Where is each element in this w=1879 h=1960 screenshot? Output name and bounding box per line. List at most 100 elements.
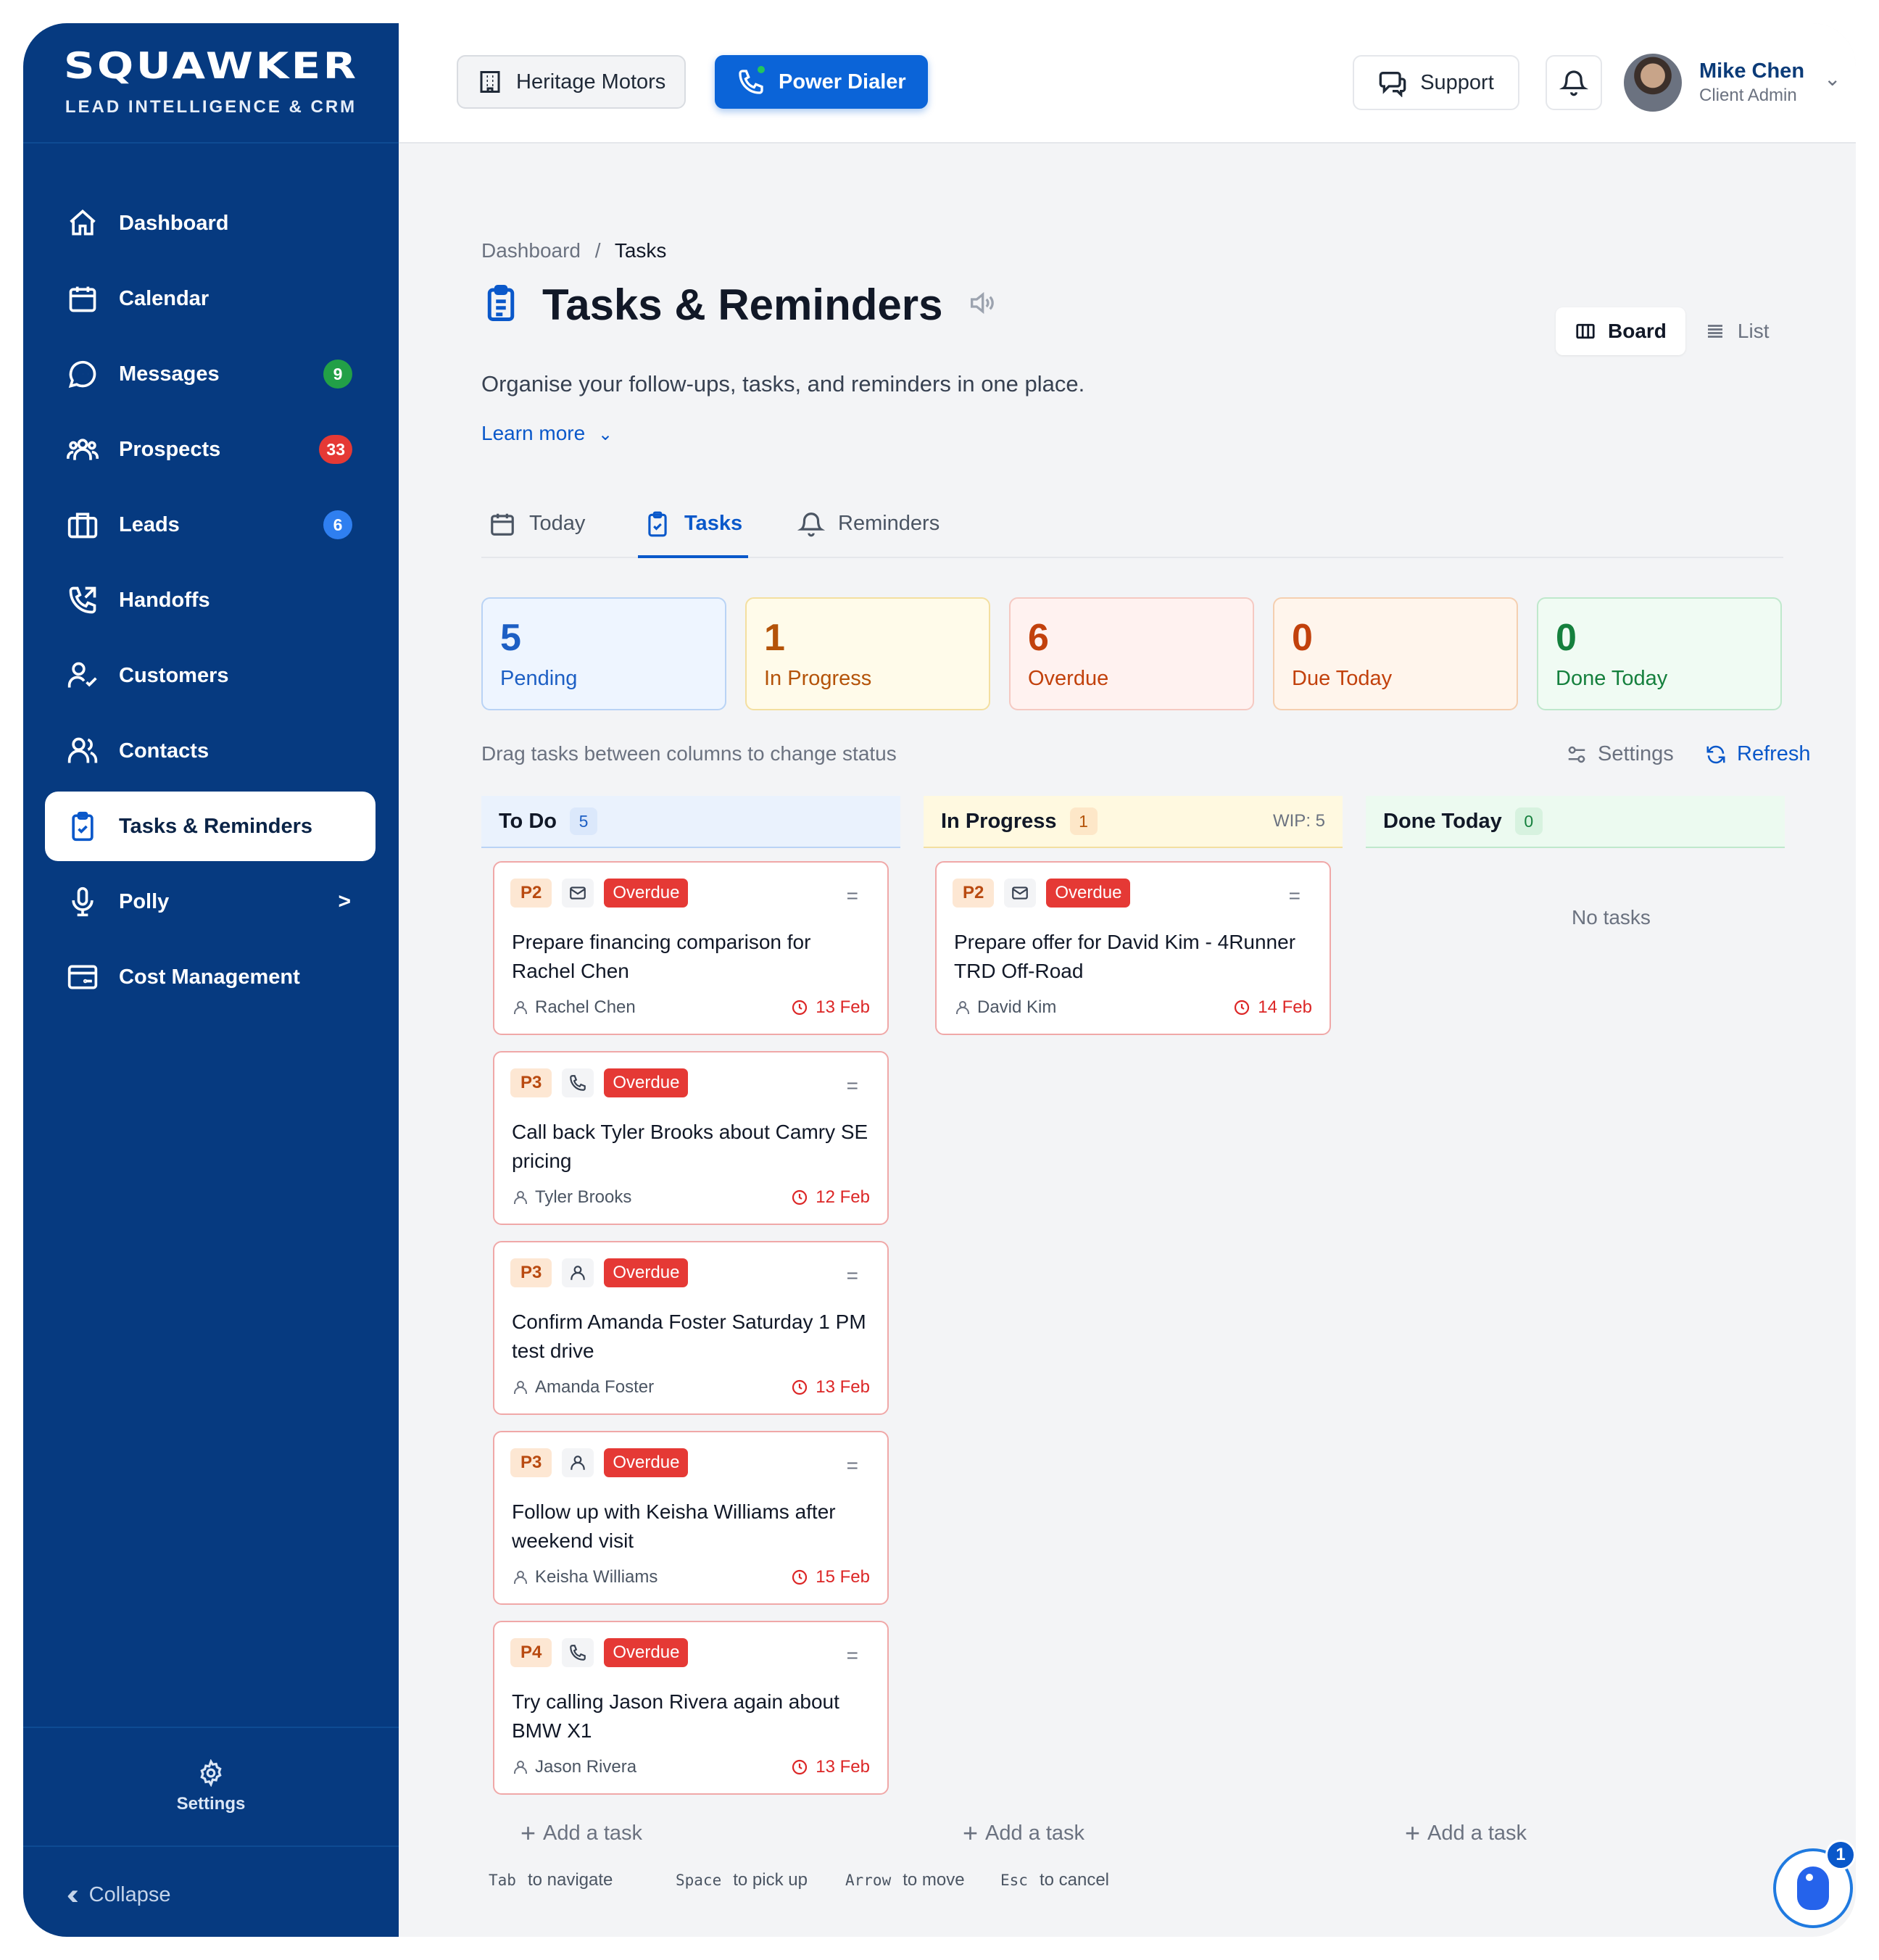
add-task-button-done-today[interactable]: + Add a task bbox=[1405, 1818, 1527, 1848]
sidebar-item-leads[interactable]: Leads 6 bbox=[45, 490, 376, 560]
tab-tasks[interactable]: Tasks bbox=[638, 511, 749, 558]
top-header: Heritage Motors Power Dialer Support Mik… bbox=[399, 23, 1856, 144]
task-card[interactable]: P3 Overdue = Call back Tyler Brooks abou… bbox=[493, 1051, 889, 1225]
clock-icon bbox=[792, 1759, 808, 1775]
task-title: Confirm Amanda Foster Saturday 1 PM test… bbox=[512, 1311, 866, 1362]
drag-handle-icon[interactable]: = bbox=[847, 1454, 858, 1477]
sidebar-item-customers[interactable]: Customers bbox=[45, 641, 376, 710]
view-board-button[interactable]: Board bbox=[1556, 307, 1685, 355]
task-card[interactable]: P4 Overdue = Try calling Jason Rivera ag… bbox=[493, 1621, 889, 1795]
card-tags: P4 Overdue bbox=[510, 1638, 689, 1667]
sidebar-item-polly[interactable]: Polly > bbox=[45, 867, 376, 937]
stat-card-in-progress[interactable]: 1 In Progress bbox=[745, 597, 990, 710]
wallet-icon bbox=[67, 961, 99, 993]
bell-icon bbox=[1559, 70, 1588, 96]
task-contact-name: Tyler Brooks bbox=[535, 1187, 632, 1207]
add-task-button-todo[interactable]: + Add a task bbox=[520, 1818, 642, 1848]
power-dialer-button[interactable]: Power Dialer bbox=[715, 55, 928, 109]
priority-badge: P3 bbox=[510, 1448, 552, 1477]
breadcrumb-dashboard[interactable]: Dashboard bbox=[481, 239, 581, 262]
board-settings-button[interactable]: Settings bbox=[1566, 742, 1674, 766]
sidebar-item-prospects[interactable]: Prospects 33 bbox=[45, 415, 376, 484]
drag-handle-icon[interactable]: = bbox=[1289, 884, 1301, 908]
brand-tagline: LEAD INTELLIGENCE & CRM bbox=[65, 97, 357, 117]
shortcut-hint: Space to pick up bbox=[676, 1870, 808, 1890]
sidebar-item-dashboard[interactable]: Dashboard bbox=[45, 188, 376, 258]
task-card[interactable]: P2 Overdue = Prepare financing compariso… bbox=[493, 861, 889, 1035]
columns-icon bbox=[1576, 323, 1595, 339]
user-icon bbox=[514, 1571, 527, 1584]
stat-card-pending[interactable]: 5 Pending bbox=[481, 597, 726, 710]
drag-handle-icon[interactable]: = bbox=[847, 1074, 858, 1097]
add-task-button-in-progress[interactable]: + Add a task bbox=[963, 1818, 1084, 1848]
prospects-count-badge: 33 bbox=[319, 435, 352, 464]
user-name[interactable]: Mike Chen bbox=[1699, 59, 1804, 83]
stat-card-overdue[interactable]: 6 Overdue bbox=[1009, 597, 1254, 710]
priority-badge: P2 bbox=[510, 879, 552, 908]
learn-more-link[interactable]: Learn more ⌄ bbox=[481, 422, 613, 445]
add-task-label: Add a task bbox=[543, 1822, 643, 1845]
chevron-down-icon[interactable]: ⌄ bbox=[1824, 67, 1841, 91]
task-card[interactable]: P2 Overdue = Prepare offer for David Kim… bbox=[935, 861, 1331, 1035]
task-due-label: 13 Feb bbox=[816, 1377, 870, 1397]
user-icon bbox=[514, 1381, 527, 1394]
stat-card-done-today[interactable]: 0 Done Today bbox=[1537, 597, 1782, 710]
chevron-down-icon: ⌄ bbox=[597, 425, 613, 444]
task-card[interactable]: P3 Overdue = Confirm Amanda Foster Satur… bbox=[493, 1241, 889, 1415]
sidebar-item-messages[interactable]: Messages 9 bbox=[45, 339, 376, 409]
shortcut-hint: Tab to navigate bbox=[489, 1870, 613, 1890]
sidebar-item-contacts[interactable]: Contacts bbox=[45, 716, 376, 786]
home-icon bbox=[67, 207, 99, 239]
column-title: Done Today bbox=[1383, 809, 1502, 833]
task-contact: Rachel Chen bbox=[512, 997, 636, 1018]
notifications-button[interactable] bbox=[1546, 55, 1602, 110]
clipboard-icon bbox=[481, 282, 520, 328]
stat-card-due-today[interactable]: 0 Due Today bbox=[1273, 597, 1518, 710]
drag-handle-icon[interactable]: = bbox=[847, 884, 858, 908]
users-group-icon bbox=[67, 433, 99, 465]
speaker-icon[interactable] bbox=[967, 288, 996, 321]
message-icon bbox=[67, 358, 99, 390]
tab-reminders[interactable]: Reminders bbox=[795, 512, 942, 558]
task-due-label: 13 Feb bbox=[816, 1757, 870, 1777]
collapse-sidebar-button[interactable]: ‹‹ Collapse bbox=[67, 1879, 170, 1911]
drag-handle-icon[interactable]: = bbox=[847, 1264, 858, 1287]
tab-today[interactable]: Today bbox=[486, 512, 588, 558]
power-dialer-label: Power Dialer bbox=[779, 70, 906, 94]
stat-label: Overdue bbox=[1028, 667, 1109, 690]
breadcrumb: Dashboard / Tasks bbox=[481, 239, 666, 262]
task-due-label: 14 Feb bbox=[1258, 997, 1312, 1017]
task-card[interactable]: P3 Overdue = Follow up with Keisha Willi… bbox=[493, 1431, 889, 1605]
sidebar-item-calendar[interactable]: Calendar bbox=[45, 264, 376, 333]
stat-label: In Progress bbox=[764, 667, 872, 690]
plus-icon: + bbox=[963, 1818, 979, 1848]
clock-icon bbox=[1235, 1000, 1250, 1016]
chat-bubbles-icon bbox=[1379, 72, 1406, 97]
shortcut-hint: Arrow to move bbox=[845, 1870, 965, 1890]
calendar-icon bbox=[67, 283, 99, 315]
refresh-button[interactable]: Refresh bbox=[1705, 742, 1811, 766]
drag-handle-icon[interactable]: = bbox=[847, 1644, 858, 1667]
sidebar-settings-button[interactable]: Settings bbox=[23, 1727, 399, 1847]
stat-label: Pending bbox=[500, 667, 578, 690]
collapse-label: Collapse bbox=[88, 1883, 171, 1906]
support-button[interactable]: Support bbox=[1353, 55, 1519, 110]
task-due-label: 15 Feb bbox=[816, 1567, 870, 1587]
sidebar-item-label: Calendar bbox=[119, 286, 210, 310]
sidebar-item-cost-management[interactable]: Cost Management bbox=[45, 942, 376, 1012]
support-label: Support bbox=[1420, 70, 1494, 94]
empty-column-message: No tasks bbox=[1572, 906, 1651, 929]
sidebar-item-handoffs[interactable]: Handoffs bbox=[45, 565, 376, 635]
list-icon bbox=[1707, 325, 1722, 338]
parrot-mascot-icon bbox=[1797, 1866, 1829, 1910]
task-due-label: 12 Feb bbox=[816, 1187, 870, 1207]
page-title-row: Tasks & Reminders bbox=[481, 280, 996, 330]
leads-count-badge: 6 bbox=[323, 510, 352, 539]
dealership-selector[interactable]: Heritage Motors bbox=[457, 55, 687, 109]
user-check-icon bbox=[67, 660, 99, 692]
avatar[interactable] bbox=[1624, 54, 1682, 112]
sidebar-item-tasks-reminders[interactable]: Tasks & Reminders bbox=[45, 792, 376, 861]
logo[interactable]: SQUAWKER LEAD INTELLIGENCE & CRM bbox=[23, 23, 399, 144]
view-list-button[interactable]: List bbox=[1685, 307, 1788, 355]
stat-value: 0 bbox=[1556, 617, 1577, 659]
